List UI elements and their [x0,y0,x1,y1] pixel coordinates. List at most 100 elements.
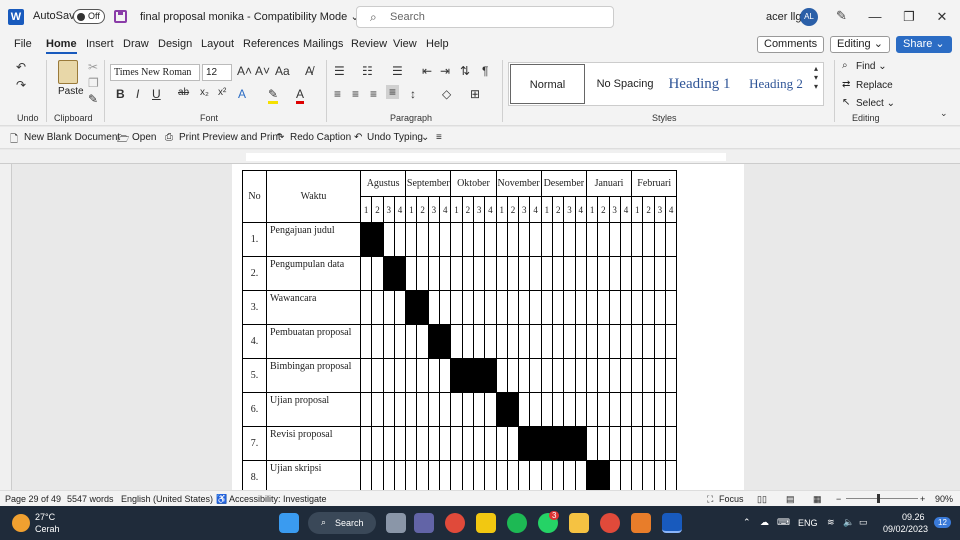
schedule-cell-filled[interactable] [439,324,452,359]
schedule-cell[interactable] [631,222,644,257]
schedule-cell[interactable] [608,290,621,325]
schedule-cell[interactable] [495,256,508,291]
page-count[interactable]: Page 29 of 49 [5,494,61,504]
schedule-cell[interactable] [484,222,497,257]
schedule-cell[interactable] [450,222,463,257]
change-case-icon[interactable]: Aa [275,64,290,78]
schedule-cell[interactable] [506,222,520,257]
zoom-slider-thumb[interactable] [877,494,880,503]
schedule-cell[interactable] [518,358,531,393]
schedule-cell[interactable] [540,392,554,427]
schedule-cell-filled[interactable] [393,256,407,291]
task-view-icon[interactable] [386,513,406,533]
tab-home[interactable]: Home [46,38,77,54]
spotify-icon[interactable] [507,513,527,533]
schedule-cell[interactable] [529,324,542,359]
schedule-cell[interactable] [518,324,531,359]
styles-scroll-icon[interactable]: ▴ ▾ ▾ [814,64,818,91]
share-button[interactable]: Share ⌄ [896,36,952,53]
schedule-cell[interactable] [427,460,441,490]
schedule-cell[interactable] [393,358,407,393]
schedule-cell[interactable] [585,290,599,325]
schedule-cell[interactable] [405,256,418,291]
schedule-cell-filled[interactable] [574,426,587,461]
schedule-cell[interactable] [495,324,508,359]
schedule-cell[interactable] [653,358,667,393]
zoom-in-icon[interactable]: + [920,494,925,504]
schedule-cell[interactable] [427,290,441,325]
document-page[interactable]: No Waktu Agustus September Oktober November De… [232,164,744,490]
schedule-cell[interactable] [506,256,520,291]
justify-icon[interactable]: ≡ [386,85,400,99]
undo-typing-button[interactable]: Undo Typing [367,132,423,143]
schedule-cell-filled[interactable] [552,426,565,461]
blender-icon[interactable] [631,513,651,533]
new-blank-document-button[interactable]: New Blank Document [24,132,120,143]
zoom-out-icon[interactable]: − [836,494,841,504]
schedule-table[interactable]: No Waktu Agustus September Oktober November De… [242,170,678,490]
schedule-cell[interactable] [540,256,554,291]
schedule-cell[interactable] [642,426,655,461]
schedule-cell[interactable] [619,256,633,291]
schedule-cell[interactable] [585,222,599,257]
undo-dropdown-icon[interactable]: ⌄ [421,132,429,143]
schedule-cell[interactable] [552,324,565,359]
schedule-cell-filled[interactable] [359,222,373,257]
shrink-font-icon[interactable]: A˅ [255,64,270,78]
schedule-cell[interactable] [495,460,508,490]
schedule-cell[interactable] [450,392,463,427]
schedule-cell[interactable] [484,460,497,490]
schedule-cell[interactable] [359,460,373,490]
schedule-cell[interactable] [529,290,542,325]
schedule-cell[interactable] [405,460,418,490]
schedule-cell-filled[interactable] [461,358,474,393]
table-row[interactable]: 3. Wawancara [242,290,678,325]
schedule-cell[interactable] [461,426,474,461]
schedule-cell[interactable] [631,460,644,490]
schedule-cell[interactable] [529,256,542,291]
schedule-cell[interactable] [484,290,497,325]
align-right-icon[interactable]: ≡ [370,87,377,101]
schedule-cell[interactable] [597,324,610,359]
schedule-cell[interactable] [393,290,407,325]
schedule-cell[interactable] [472,460,486,490]
schedule-cell[interactable] [597,392,610,427]
schedule-cell[interactable] [597,426,610,461]
schedule-cell[interactable] [585,392,599,427]
schedule-cell[interactable] [461,290,474,325]
schedule-cell[interactable] [574,256,587,291]
weather-icon[interactable] [12,514,30,532]
schedule-cell[interactable] [518,222,531,257]
schedule-cell[interactable] [653,460,667,490]
schedule-cell[interactable] [416,256,429,291]
schedule-cell[interactable] [653,426,667,461]
schedule-cell[interactable] [359,290,373,325]
start-icon[interactable] [279,513,299,533]
style-heading-1[interactable]: Heading 1 [662,64,737,104]
schedule-cell[interactable] [439,392,452,427]
file-explorer-icon[interactable] [569,513,589,533]
accessibility-status[interactable]: Accessibility: Investigate [229,494,327,504]
schedule-cell[interactable] [597,290,610,325]
table-row[interactable]: 8. Ujian skripsi [242,460,678,490]
zoom-level[interactable]: 90% [935,494,953,504]
schedule-cell[interactable] [540,222,554,257]
schedule-cell[interactable] [585,256,599,291]
schedule-cell[interactable] [495,358,508,393]
schedule-cell[interactable] [427,426,441,461]
schedule-cell-filled[interactable] [484,358,497,393]
keyboard-icon[interactable]: ⌨ [777,517,790,528]
schedule-cell[interactable] [631,392,644,427]
tab-view[interactable]: View [393,38,417,50]
schedule-cell[interactable] [439,426,452,461]
language-indicator[interactable]: English (United States) [121,494,213,504]
underline-icon[interactable]: U [152,87,161,101]
schedule-cell[interactable] [439,358,452,393]
align-left-icon[interactable]: ≡ [334,87,341,101]
tray-overflow-icon[interactable]: ⌃ [743,517,751,528]
table-row[interactable]: 4. Pembuatan proposal [242,324,678,359]
schedule-cell[interactable] [472,324,486,359]
schedule-cell[interactable] [382,426,395,461]
schedule-cell[interactable] [382,290,395,325]
schedule-cell[interactable] [472,290,486,325]
